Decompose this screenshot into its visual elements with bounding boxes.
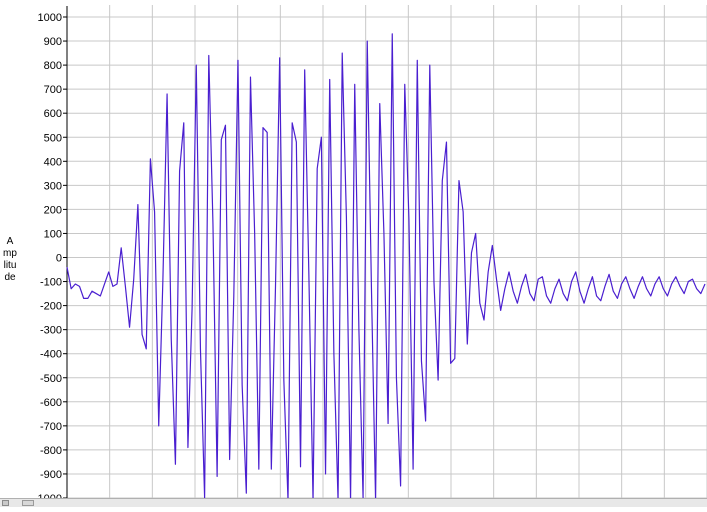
y-tick-label: 100 bbox=[44, 228, 62, 240]
y-tick-label: 700 bbox=[44, 84, 62, 96]
y-tick-label: 600 bbox=[44, 108, 62, 120]
y-tick-label: 500 bbox=[44, 132, 62, 144]
y-tick-label: 900 bbox=[44, 36, 62, 48]
y-tick-label: 1000 bbox=[38, 12, 62, 24]
y-tick-label: -400 bbox=[40, 349, 62, 361]
y-tick-label: -600 bbox=[40, 397, 62, 409]
y-tick-label: 200 bbox=[44, 204, 62, 216]
y-tick-label: -500 bbox=[40, 373, 62, 385]
chart-canvas: 10009008007006005004003002001000-100-200… bbox=[34, 5, 707, 505]
y-tick-label: -900 bbox=[40, 469, 62, 481]
y-tick-label: -700 bbox=[40, 421, 62, 433]
y-tick-label: -800 bbox=[40, 445, 62, 457]
y-tick-label: 800 bbox=[44, 60, 62, 72]
y-tick-label: -300 bbox=[40, 325, 62, 337]
y-ticks: 10009008007006005004003002001000-100-200… bbox=[34, 12, 67, 505]
y-axis-label: Amplitude bbox=[3, 236, 17, 283]
series-layer bbox=[66, 33, 706, 501]
y-tick-label: 300 bbox=[44, 180, 62, 192]
scroll-thumb[interactable] bbox=[2, 500, 9, 506]
y-tick-label: -100 bbox=[40, 277, 62, 289]
series-line bbox=[66, 33, 706, 501]
horizontal-scrollbar[interactable] bbox=[0, 498, 707, 507]
scroll-arrow-icon[interactable] bbox=[22, 500, 34, 506]
y-tick-label: 400 bbox=[44, 156, 62, 168]
waveform-chart: 1000 900 800 700 600 500 400 300 200 100 0 -100 -200… bbox=[0, 0, 707, 507]
y-tick-label: 0 bbox=[56, 253, 62, 265]
y-tick-label: -200 bbox=[40, 301, 62, 313]
